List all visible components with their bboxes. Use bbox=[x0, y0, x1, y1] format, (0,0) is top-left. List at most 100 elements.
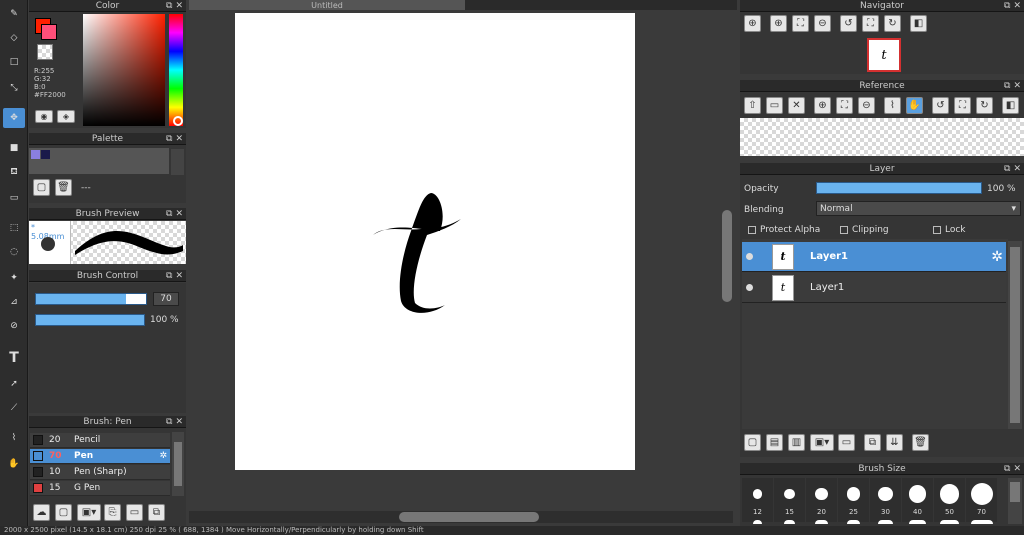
close-icon[interactable]: ✕ bbox=[1013, 81, 1021, 91]
shape-tool[interactable]: □ bbox=[3, 52, 25, 72]
color-mode-button[interactable]: ◈ bbox=[57, 110, 75, 123]
expand-icon[interactable]: ⧉ bbox=[166, 271, 172, 281]
line-tool[interactable]: ⤡ bbox=[3, 78, 25, 98]
fit-button[interactable]: ⛶ bbox=[792, 15, 809, 32]
add-layer-menu-button[interactable]: ▣▾ bbox=[810, 434, 834, 451]
brush-size-cell[interactable]: 12 bbox=[742, 478, 773, 524]
brush-duplicate-button[interactable]: ⧉ bbox=[148, 504, 165, 521]
brush-list-item[interactable]: 20 Pencil bbox=[30, 433, 170, 448]
hue-handle[interactable] bbox=[173, 116, 183, 126]
close-icon[interactable]: ✕ bbox=[175, 134, 183, 144]
close-icon[interactable]: ✕ bbox=[175, 271, 183, 281]
brush-copy-button[interactable]: ⎘ bbox=[104, 504, 121, 521]
brush-list-item[interactable]: 15 G Pen bbox=[30, 481, 170, 496]
reference-flip-button[interactable]: ◧ bbox=[1002, 97, 1019, 114]
merge-layer-button[interactable]: ⇊ bbox=[886, 434, 903, 451]
canvas-tab[interactable]: Untitled bbox=[189, 0, 465, 10]
layer-row[interactable]: t Layer1 bbox=[742, 273, 1006, 303]
reference-picker-button[interactable]: ⌇ bbox=[884, 97, 901, 114]
fill-tool[interactable]: ■ bbox=[3, 138, 25, 158]
layer-opacity-slider[interactable] bbox=[816, 182, 982, 194]
reference-reset-button[interactable]: ⛶ bbox=[954, 97, 971, 114]
reference-close-button[interactable]: ✕ bbox=[788, 97, 805, 114]
expand-icon[interactable]: ⧉ bbox=[166, 134, 172, 144]
brush-size-scrollbar[interactable] bbox=[1008, 478, 1022, 524]
brush-tool[interactable]: ✎ bbox=[3, 4, 25, 24]
clipping-checkbox[interactable]: Clipping bbox=[840, 225, 889, 235]
expand-icon[interactable]: ⧉ bbox=[166, 1, 172, 11]
hand-tool[interactable]: ✋ bbox=[3, 454, 25, 474]
reference-open-button[interactable]: ▭ bbox=[766, 97, 783, 114]
transparent-color[interactable] bbox=[37, 44, 53, 60]
reset-rotation-button[interactable]: ⛶ bbox=[862, 15, 879, 32]
magic-wand-tool[interactable]: ✦ bbox=[3, 268, 25, 288]
canvas-vertical-scrollbar[interactable] bbox=[720, 12, 734, 510]
palette-swatch[interactable] bbox=[41, 150, 50, 159]
visibility-icon[interactable] bbox=[746, 253, 753, 260]
expand-icon[interactable]: ⧉ bbox=[1004, 164, 1010, 174]
hue-slider[interactable] bbox=[169, 14, 183, 126]
rotate-left-button[interactable]: ↺ bbox=[840, 15, 857, 32]
reference-rotate-left-button[interactable]: ↺ bbox=[932, 97, 949, 114]
zoom-in-button[interactable]: ⊕ bbox=[744, 15, 761, 32]
drawing-canvas[interactable]: t bbox=[235, 13, 635, 470]
navigator-preview[interactable]: t bbox=[867, 38, 901, 72]
text-tool[interactable]: T bbox=[3, 348, 25, 368]
palette-swatch[interactable] bbox=[31, 150, 40, 159]
brush-size-value[interactable]: 70 bbox=[153, 292, 179, 306]
close-icon[interactable]: ✕ bbox=[175, 1, 183, 11]
eyedropper-tool[interactable]: ⌇ bbox=[3, 428, 25, 448]
background-color[interactable] bbox=[41, 24, 57, 40]
gear-icon[interactable]: ✲ bbox=[159, 451, 167, 461]
brush-size-cell[interactable]: 40 bbox=[902, 478, 933, 524]
bucket-tool[interactable]: ⛾ bbox=[3, 162, 25, 182]
divide-tool[interactable]: ⟋ bbox=[3, 398, 25, 418]
palette-scrollbar[interactable] bbox=[171, 149, 184, 175]
new-layer-button[interactable]: ▢ bbox=[744, 434, 761, 451]
brush-folder-button[interactable]: ▭ bbox=[126, 504, 143, 521]
brush-size-cell[interactable]: 50 bbox=[934, 478, 965, 524]
new-palette-button[interactable]: ▢ bbox=[33, 179, 50, 196]
select-tool[interactable]: ⬚ bbox=[3, 218, 25, 238]
layer-blending-select[interactable]: Normal ▾ bbox=[816, 201, 1021, 216]
expand-icon[interactable]: ⧉ bbox=[166, 417, 172, 427]
new-folder-button[interactable]: ▭ bbox=[838, 434, 855, 451]
expand-icon[interactable]: ⧉ bbox=[1004, 464, 1010, 474]
new-halftone-layer-button[interactable]: ▤ bbox=[766, 434, 783, 451]
reference-zoom-in-button[interactable]: ⊕ bbox=[814, 97, 831, 114]
layer-list-scrollbar[interactable] bbox=[1008, 241, 1022, 429]
brush-size-slider[interactable] bbox=[35, 293, 147, 305]
close-icon[interactable]: ✕ bbox=[1013, 164, 1021, 174]
close-icon[interactable]: ✕ bbox=[1013, 464, 1021, 474]
gear-icon[interactable]: ✲ bbox=[991, 249, 1003, 265]
new-brush-button[interactable]: ▢ bbox=[55, 504, 72, 521]
reference-zoom-out-button[interactable]: ⊖ bbox=[858, 97, 875, 114]
lock-checkbox[interactable]: Lock bbox=[933, 225, 966, 235]
gradient-tool[interactable]: ▭ bbox=[3, 188, 25, 208]
reference-image-area[interactable] bbox=[740, 118, 1024, 156]
close-icon[interactable]: ✕ bbox=[175, 417, 183, 427]
brush-opacity-slider[interactable] bbox=[35, 314, 145, 326]
zoom-out-button[interactable]: ⊖ bbox=[814, 15, 831, 32]
expand-icon[interactable]: ⧉ bbox=[1004, 1, 1010, 11]
new-8bit-layer-button[interactable]: ▥ bbox=[788, 434, 805, 451]
brush-size-cell[interactable]: 25 bbox=[838, 478, 869, 524]
layer-row[interactable]: t Layer1 ✲ bbox=[742, 242, 1006, 272]
expand-icon[interactable]: ⧉ bbox=[166, 209, 172, 219]
saturation-value-picker[interactable] bbox=[83, 14, 165, 126]
reference-load-button[interactable]: ⇧ bbox=[744, 97, 761, 114]
close-icon[interactable]: ✕ bbox=[175, 209, 183, 219]
zoom-in-alt-button[interactable]: ⊕ bbox=[770, 15, 787, 32]
expand-icon[interactable]: ⧉ bbox=[1004, 81, 1010, 91]
reference-rotate-right-button[interactable]: ↻ bbox=[976, 97, 993, 114]
brush-list-scrollbar[interactable] bbox=[172, 432, 184, 496]
brush-size-cell[interactable]: 70 bbox=[966, 478, 997, 524]
brush-list-item[interactable]: 10 Pen (Sharp) bbox=[30, 465, 170, 480]
flip-button[interactable]: ◧ bbox=[910, 15, 927, 32]
visibility-icon[interactable] bbox=[746, 284, 753, 291]
canvas-horizontal-scrollbar[interactable] bbox=[189, 511, 733, 523]
select-pen-tool[interactable]: ⊿ bbox=[3, 292, 25, 312]
close-icon[interactable]: ✕ bbox=[1013, 1, 1021, 11]
brush-size-cell[interactable]: 15 bbox=[774, 478, 805, 524]
rotate-right-button[interactable]: ↻ bbox=[884, 15, 901, 32]
